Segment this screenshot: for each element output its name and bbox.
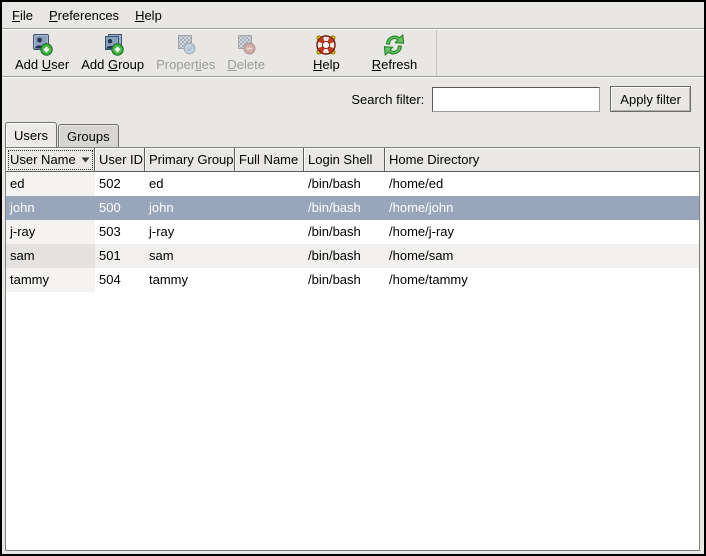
refresh-button[interactable]: Refresh <box>369 32 421 73</box>
table-header-row: User Name User ID Primary Group Full Nam… <box>6 148 699 172</box>
menu-help[interactable]: Help <box>127 5 170 26</box>
add-user-button[interactable]: Add User <box>12 32 72 73</box>
sort-down-icon <box>77 157 90 163</box>
table-row-john-selected[interactable]: john 500 john /bin/bash /home/john <box>6 196 699 220</box>
refresh-icon <box>382 33 406 57</box>
column-header-home-directory[interactable]: Home Directory <box>385 148 699 172</box>
table-row-sam[interactable]: sam 501 sam /bin/bash /home/sam <box>6 244 699 268</box>
add-group-icon <box>101 33 125 57</box>
tab-users[interactable]: Users <box>5 122 57 147</box>
table-body: ed 502 ed /bin/bash /home/ed john 500 jo… <box>6 172 699 550</box>
menu-file[interactable]: File <box>4 5 41 26</box>
user-manager-window: File Preferences Help Add User <box>0 0 706 556</box>
properties-icon <box>174 33 198 57</box>
tab-groups[interactable]: Groups <box>58 124 119 147</box>
help-icon <box>314 33 338 57</box>
table-row-j-ray[interactable]: j-ray 503 j-ray /bin/bash /home/j-ray <box>6 220 699 244</box>
notebook-tabs: Users Groups <box>2 120 704 147</box>
add-user-icon <box>30 33 54 57</box>
menu-preferences[interactable]: Preferences <box>41 5 127 26</box>
toolbar: Add User Add Group <box>2 30 437 76</box>
delete-icon <box>234 33 258 57</box>
table-row-ed[interactable]: ed 502 ed /bin/bash /home/ed <box>6 172 699 196</box>
search-filter-row: Search filter: Apply filter <box>2 78 704 120</box>
table-row-tammy[interactable]: tammy 504 tammy /bin/bash /home/tammy <box>6 268 699 292</box>
column-header-login-shell[interactable]: Login Shell <box>304 148 385 172</box>
search-filter-input[interactable] <box>432 87 600 112</box>
properties-button: Properties <box>153 32 218 73</box>
column-header-user-name[interactable]: User Name <box>6 148 95 172</box>
column-header-full-name[interactable]: Full Name <box>235 148 304 172</box>
column-header-primary-group[interactable]: Primary Group <box>145 148 235 172</box>
search-filter-label: Search filter: <box>351 92 424 107</box>
add-group-button[interactable]: Add Group <box>78 32 147 73</box>
apply-filter-button[interactable]: Apply filter <box>610 86 691 112</box>
menubar: File Preferences Help <box>2 2 704 28</box>
column-header-user-id[interactable]: User ID <box>95 148 145 172</box>
users-table: User Name User ID Primary Group Full Nam… <box>5 147 700 551</box>
help-button[interactable]: Help <box>310 32 343 73</box>
delete-button: Delete <box>224 32 268 73</box>
